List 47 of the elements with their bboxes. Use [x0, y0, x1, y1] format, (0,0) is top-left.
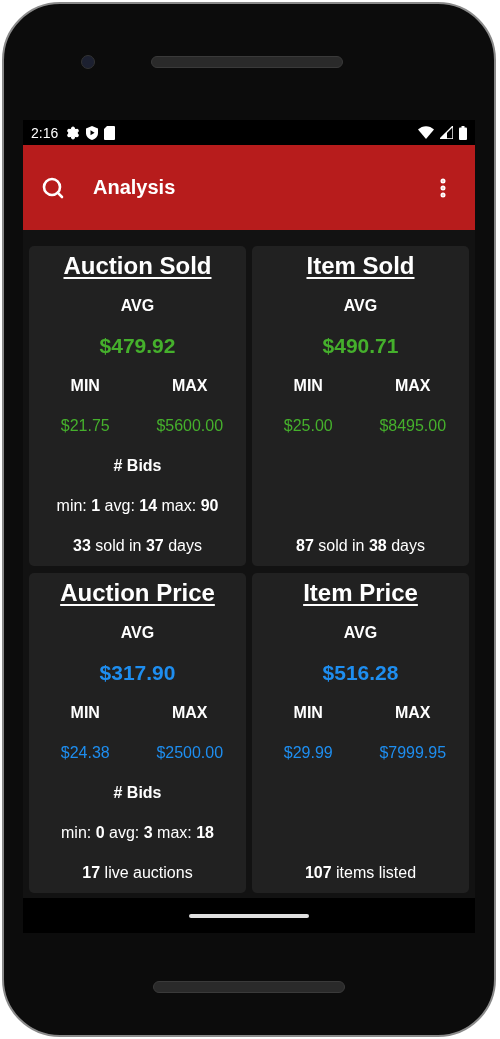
avg-label: AVG [343, 624, 378, 642]
avg-value: $490.71 [322, 334, 399, 358]
max-label: MAX [394, 377, 431, 395]
avg-label: AVG [120, 624, 155, 642]
min-label: MIN [293, 704, 323, 722]
card-title: Auction Price [60, 579, 215, 607]
max-value: $7999.95 [379, 744, 447, 762]
bids-label: # Bids [113, 457, 162, 475]
bids-label: # Bids [113, 784, 162, 802]
signal-icon [440, 126, 453, 139]
min-value: $25.00 [283, 417, 333, 435]
min-value: $29.99 [283, 744, 333, 762]
card-title: Item Sold [306, 252, 415, 280]
card-footer-text: 87 sold in 38 days [296, 537, 425, 555]
app-title: Analysis [93, 176, 177, 199]
max-value: $2500.00 [156, 744, 224, 762]
min-label: MIN [70, 377, 100, 395]
status-time: 2:16 [31, 124, 59, 141]
avg-value: $479.92 [99, 334, 176, 358]
camera-lens [81, 55, 95, 69]
min-value: $21.75 [60, 417, 110, 435]
avg-label: AVG [120, 297, 155, 315]
avg-value: $317.90 [99, 661, 176, 685]
min-label: MIN [70, 704, 100, 722]
card-footer-text: 17 live auctions [82, 864, 193, 882]
bids-summary: min: 0 avg: 3 max: 18 [61, 824, 214, 842]
card-title: Item Price [303, 579, 418, 607]
gear-icon [66, 125, 81, 140]
min-value: $24.38 [60, 744, 110, 762]
home-indicator[interactable] [189, 913, 309, 918]
shield-icon [86, 125, 99, 140]
card-title: Auction Sold [63, 252, 212, 280]
bids-summary: min: 1 avg: 14 max: 90 [56, 497, 219, 515]
min-label: MIN [293, 377, 323, 395]
max-label: MAX [171, 704, 208, 722]
max-value: $8495.00 [379, 417, 447, 435]
wifi-icon [418, 126, 434, 139]
sd-card-icon [104, 125, 116, 140]
max-label: MAX [171, 377, 208, 395]
battery-icon [459, 125, 467, 140]
search-icon[interactable] [41, 175, 65, 200]
card-footer-text: 107 items listed [304, 864, 417, 882]
card-footer-text: 33 sold in 37 days [73, 537, 202, 555]
avg-value: $516.28 [322, 661, 399, 685]
max-value: $5600.00 [156, 417, 224, 435]
max-label: MAX [394, 704, 431, 722]
avg-label: AVG [343, 297, 378, 315]
